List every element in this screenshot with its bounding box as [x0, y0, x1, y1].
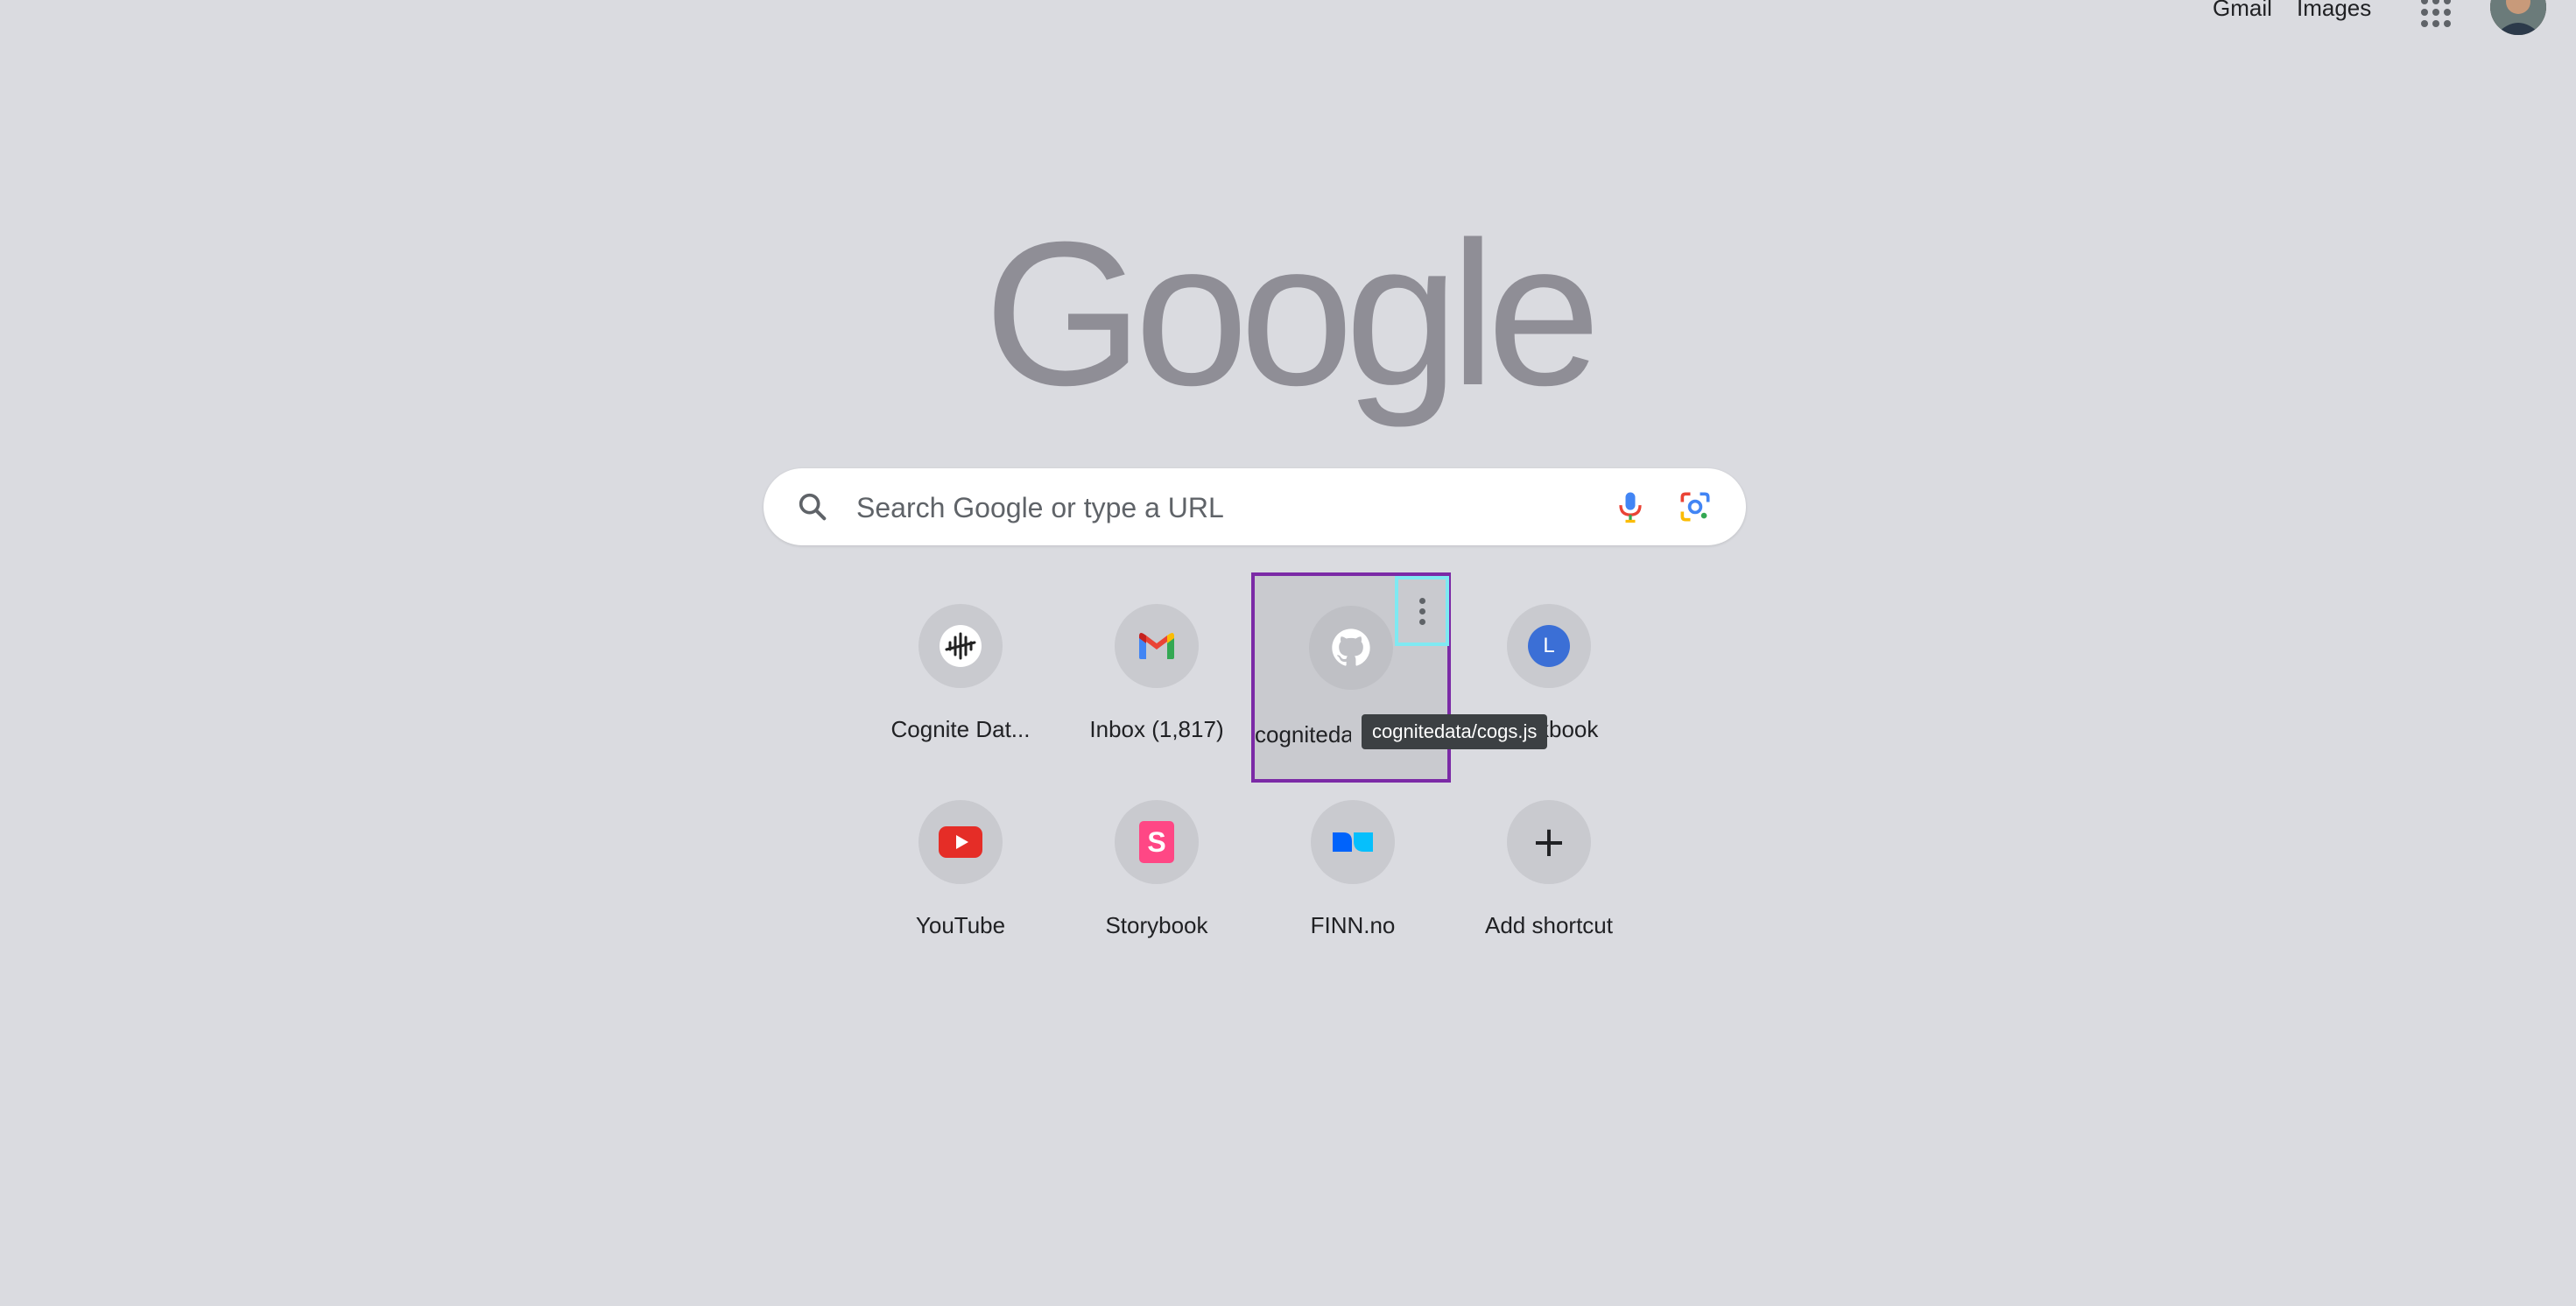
- shortcut-tooltip: cognitedata/cogs.js: [1362, 714, 1548, 749]
- shortcut-youtube[interactable]: YouTube: [862, 770, 1059, 966]
- shortcut-add[interactable]: + Add shortcut: [1451, 770, 1647, 966]
- shortcut-label: YouTube: [915, 912, 1006, 938]
- shortcut-label: Cognite Dat...: [890, 716, 1031, 742]
- gmail-link[interactable]: Gmail: [2213, 0, 2272, 22]
- profile-avatar[interactable]: [2490, 0, 2546, 35]
- gmail-icon: [1115, 604, 1199, 688]
- more-vert-icon: [1418, 597, 1425, 604]
- shortcut-label: Storybook: [1105, 912, 1208, 938]
- shortcut-finn[interactable]: FINN.no: [1255, 770, 1451, 966]
- shortcut-inbox[interactable]: Inbox (1,817): [1059, 574, 1255, 770]
- letter-l-icon: L: [1507, 604, 1591, 688]
- images-link[interactable]: Images: [2297, 0, 2371, 22]
- shortcut-label: cognitedata/cogs.js: [1255, 721, 1351, 748]
- cognite-icon: [918, 604, 1003, 688]
- apps-grid-icon[interactable]: [2418, 0, 2453, 30]
- shortcut-storybook[interactable]: S Storybook: [1059, 770, 1255, 966]
- shortcut-cognite[interactable]: Cognite Dat...: [862, 574, 1059, 770]
- new-tab-page: Gmail Images Google Search Google or typ…: [0, 0, 2576, 1306]
- shortcut-github[interactable]: cognitedata/cogs.js: [1251, 572, 1451, 783]
- shortcut-label: Add shortcut: [1485, 912, 1613, 938]
- search-icon: [795, 489, 830, 524]
- search-box[interactable]: [764, 468, 1746, 547]
- finn-icon: [1311, 800, 1395, 884]
- google-logo: Google: [983, 199, 1601, 428]
- github-icon: [1309, 606, 1393, 690]
- shortcut-label: FINN.no: [1310, 912, 1396, 938]
- mic-icon[interactable]: [1611, 488, 1650, 526]
- storybook-icon: S: [1115, 800, 1199, 884]
- plus-icon: +: [1507, 800, 1591, 884]
- search-input[interactable]: [855, 468, 1559, 547]
- shortcut-label: Inbox (1,817): [1089, 716, 1224, 742]
- lens-icon[interactable]: [1676, 488, 1714, 526]
- more-actions-button[interactable]: [1395, 576, 1449, 646]
- youtube-icon: [918, 800, 1003, 884]
